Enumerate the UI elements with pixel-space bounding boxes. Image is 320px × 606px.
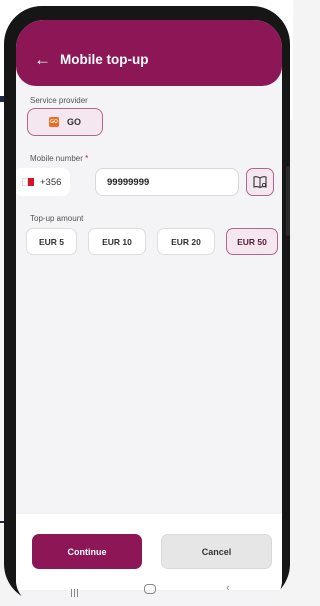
amount-option-eur-20[interactable]: EUR 20 [157,228,215,255]
mobile-number-label: Mobile number * [30,154,88,163]
country-code-selector[interactable]: +356 [16,168,70,196]
contacts-book-icon [253,176,267,189]
amount-option-eur-5[interactable]: EUR 5 [26,228,77,255]
phone-side-button [286,166,290,236]
go-logo-icon: GO [48,117,59,127]
system-nav-bar: ‹ [16,576,282,597]
amount-option-eur-50[interactable]: EUR 50 [226,228,278,255]
mobile-number-label-text: Mobile number [30,154,83,163]
arrow-left-icon[interactable]: ← [16,51,56,68]
cancel-button[interactable]: Cancel [161,534,272,569]
recents-icon[interactable] [71,584,81,597]
amount-option-eur-10[interactable]: EUR 10 [88,228,146,255]
service-provider-label: Service provider [30,96,88,105]
page-title: Mobile top-up [60,51,149,67]
topup-amount-label: Top-up amount [30,214,84,223]
malta-flag-icon [22,178,34,186]
contacts-button[interactable] [246,168,274,196]
app-screen: ← Mobile top-up Service provider GO GO M… [16,20,282,606]
provider-name: GO [66,117,81,127]
home-icon[interactable] [144,584,156,594]
continue-button[interactable]: Continue [32,534,142,569]
nav-back-icon[interactable]: ‹ [226,582,230,594]
provider-chip-go[interactable]: GO GO [27,108,103,136]
app-header: ← Mobile top-up [16,20,282,86]
required-mark: * [85,154,89,163]
country-code: +356 [40,176,62,188]
mobile-number-input[interactable] [95,168,239,196]
